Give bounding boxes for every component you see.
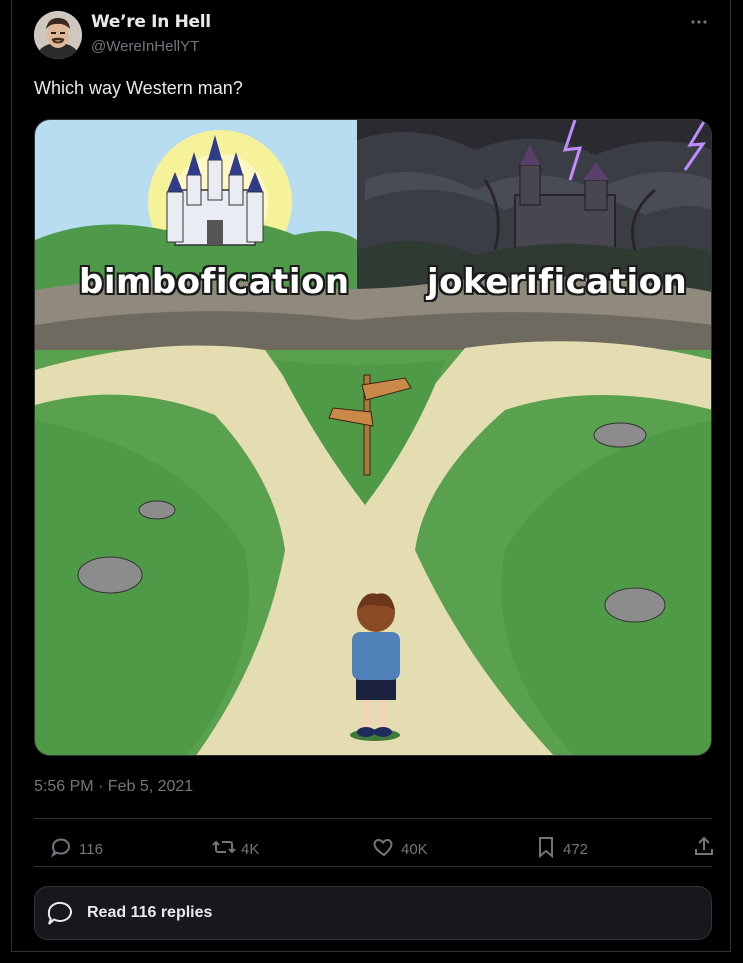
- share-button[interactable]: [692, 832, 721, 866]
- read-replies-label: Read 116 replies: [87, 904, 213, 921]
- divider: [34, 818, 712, 819]
- avatar[interactable]: [34, 11, 82, 59]
- tweet-card: We’re In Hell @WereInHellYT Which way We…: [11, 0, 731, 952]
- repost-count: 4K: [241, 840, 260, 858]
- more-icon[interactable]: [688, 12, 710, 32]
- like-count: 40K: [401, 840, 428, 858]
- action-bar: 116 4K 40K 472: [34, 832, 713, 866]
- meme-label-left: bimbofication: [79, 262, 350, 302]
- bookmark-icon: [534, 835, 563, 863]
- tweet-text: Which way Western man?: [34, 78, 243, 98]
- reply-count: 116: [79, 840, 103, 858]
- tweet-timestamp[interactable]: 5:56 PM · Feb 5, 2021: [34, 778, 193, 796]
- bookmark-button[interactable]: 472: [534, 832, 588, 866]
- like-button[interactable]: 40K: [372, 832, 428, 866]
- reply-icon: [50, 835, 79, 863]
- read-replies-button[interactable]: Read 116 replies: [34, 886, 712, 940]
- divider: [34, 866, 712, 867]
- rock: [77, 556, 143, 594]
- author-name[interactable]: We’re In Hell: [91, 12, 211, 32]
- bookmark-count: 472: [563, 840, 589, 858]
- heart-icon: [372, 835, 401, 863]
- tweet-media-image[interactable]: bimbofication jokerification: [34, 119, 712, 756]
- author-handle[interactable]: @WereInHellYT: [91, 38, 199, 55]
- speech-bubble-icon: [45, 898, 75, 928]
- repost-icon: [212, 835, 241, 863]
- share-icon: [692, 835, 721, 863]
- reply-button[interactable]: 116: [50, 832, 103, 866]
- repost-button[interactable]: 4K: [212, 832, 259, 866]
- meme-label-right: jokerification: [427, 262, 688, 302]
